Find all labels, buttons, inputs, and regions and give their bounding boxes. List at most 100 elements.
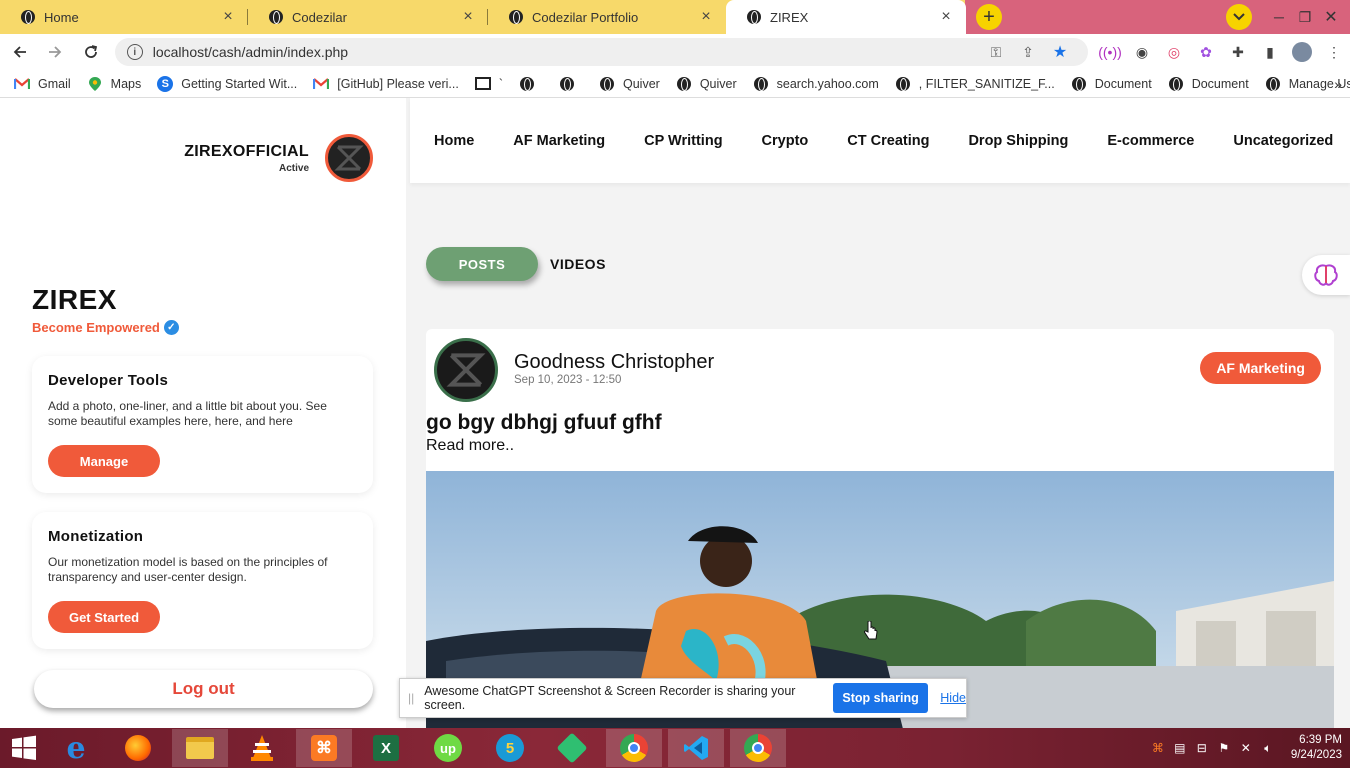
taskbar-app-5[interactable]: 5: [482, 729, 538, 767]
globe-icon: [20, 9, 36, 25]
xampp-tray-icon[interactable]: ⌘: [1147, 741, 1169, 755]
bookmark-github[interactable]: [GitHub] Please veri...: [313, 76, 459, 92]
avatar[interactable]: [325, 134, 373, 182]
tray-app-icon[interactable]: ▤: [1169, 741, 1191, 755]
taskbar-chrome[interactable]: [606, 729, 662, 767]
taskbar-file-explorer[interactable]: [172, 729, 228, 767]
start-button[interactable]: [0, 728, 48, 768]
bookmarks-bar: Gmail Maps S Getting Started Wit... [Git…: [0, 70, 1350, 98]
nav-item-home[interactable]: Home: [434, 133, 474, 149]
extension-icon[interactable]: ◉: [1126, 40, 1158, 64]
browser-tab-zirex[interactable]: ZIREX ×: [726, 0, 966, 34]
reload-button[interactable]: [75, 36, 107, 68]
bookmark-flag[interactable]: `: [474, 76, 503, 92]
taskbar-app-green[interactable]: [544, 729, 600, 767]
tab-title: Codezilar: [292, 9, 347, 25]
tab-search-button[interactable]: [1226, 4, 1252, 30]
nav-item-cp-writting[interactable]: CP Writting: [644, 133, 722, 149]
bookmark-globe-1[interactable]: [519, 76, 543, 92]
back-button[interactable]: [4, 36, 36, 68]
taskbar-upwork[interactable]: up: [420, 729, 476, 767]
get-started-button[interactable]: Get Started: [48, 601, 160, 633]
taskbar-vlc[interactable]: [234, 729, 290, 767]
hide-link[interactable]: Hide: [940, 691, 966, 705]
close-window-button[interactable]: ✕: [1318, 7, 1344, 27]
volume-icon[interactable]: 🔈︎: [1257, 741, 1279, 756]
globe-icon: [1265, 76, 1281, 92]
stop-sharing-button[interactable]: Stop sharing: [832, 683, 929, 713]
network-icon[interactable]: ⊟: [1191, 741, 1213, 755]
nav-item-af-marketing[interactable]: AF Marketing: [513, 133, 605, 149]
clock-time: 6:39 PM: [1299, 734, 1342, 746]
manage-button[interactable]: Manage: [48, 445, 160, 477]
nav-item-crypto[interactable]: Crypto: [762, 133, 809, 149]
close-tab-icon[interactable]: ×: [220, 9, 236, 25]
chevron-double-right-icon[interactable]: »: [1334, 76, 1342, 92]
maximize-button[interactable]: ❐: [1292, 9, 1318, 26]
upwork-icon: up: [434, 734, 462, 762]
nav-item-uncategorized[interactable]: Uncategorized: [1233, 133, 1333, 149]
browser-tab-codezilar-portfolio[interactable]: Codezilar Portfolio ×: [488, 0, 726, 34]
bookmark-yahoo[interactable]: search.yahoo.com: [753, 76, 879, 92]
minimize-button[interactable]: ─: [1266, 9, 1292, 25]
screen-share-notice: || Awesome ChatGPT Screenshot & Screen R…: [399, 678, 967, 718]
profile-header: ZIREXOFFICIAL Active: [184, 134, 373, 182]
close-tab-icon[interactable]: ×: [938, 9, 954, 25]
taskbar-clock[interactable]: 6:39 PM 9/24/2023: [1291, 733, 1342, 763]
nav-item-e-commerce[interactable]: E-commerce: [1107, 133, 1194, 149]
url-bar[interactable]: i localhost/cash/admin/index.php ⚿ ⇪ ★: [114, 38, 1088, 66]
side-panel-icon[interactable]: ▮: [1254, 40, 1286, 64]
nav-item-drop-shipping[interactable]: Drop Shipping: [968, 133, 1068, 149]
broadcast-icon[interactable]: ((•)): [1094, 40, 1126, 64]
arrow-left-icon: [13, 46, 26, 58]
bookmark-document-1[interactable]: Document: [1071, 76, 1152, 92]
read-more-link[interactable]: Read more..: [426, 437, 514, 455]
tab-posts[interactable]: POSTS: [426, 247, 538, 281]
forward-button[interactable]: [40, 36, 72, 68]
taskbar-firefox[interactable]: [110, 729, 166, 767]
drag-handle-icon[interactable]: ||: [408, 691, 414, 705]
record-icon[interactable]: ◎: [1158, 40, 1190, 64]
taskbar-ie[interactable]: e: [48, 729, 104, 767]
taskbar-excel[interactable]: X: [358, 729, 414, 767]
post-author[interactable]: Goodness Christopher: [514, 351, 714, 374]
nav-item-ct-creating[interactable]: CT Creating: [847, 133, 929, 149]
taskbar-vscode[interactable]: [668, 729, 724, 767]
clock-date: 9/24/2023: [1290, 749, 1342, 761]
bookmark-document-2[interactable]: Document: [1168, 76, 1249, 92]
brain-icon[interactable]: ✿: [1190, 40, 1222, 64]
share-icon[interactable]: ⇪: [1012, 42, 1044, 62]
taskbar-chrome-profile[interactable]: [730, 729, 786, 767]
extension-sidebar-toggle[interactable]: [1302, 255, 1350, 295]
flag-tray-icon[interactable]: ⚑: [1213, 741, 1235, 755]
bookmark-filter-sanitize[interactable]: , FILTER_SANITIZE_F...: [895, 76, 1055, 92]
logout-button[interactable]: Log out: [34, 670, 373, 708]
wifi-off-icon[interactable]: ✕: [1235, 741, 1257, 755]
bookmark-globe-2[interactable]: [559, 76, 583, 92]
post-title[interactable]: go bgy dbhgj gfuuf gfhf: [426, 411, 662, 435]
post-author-avatar[interactable]: [434, 338, 498, 402]
globe-icon: [676, 76, 692, 92]
chrome-icon: [620, 734, 648, 762]
tab-videos[interactable]: VIDEOS: [550, 256, 606, 272]
new-tab-button[interactable]: +: [976, 4, 1002, 30]
puzzle-icon[interactable]: ✚: [1222, 40, 1254, 64]
browser-tab-codezilar[interactable]: Codezilar ×: [248, 0, 488, 34]
post-category-badge[interactable]: AF Marketing: [1200, 352, 1321, 384]
bookmark-quiver-2[interactable]: Quiver: [676, 76, 737, 92]
bookmark-gmail[interactable]: Gmail: [14, 76, 71, 92]
kebab-menu-icon[interactable]: ⋮: [1318, 40, 1350, 64]
close-tab-icon[interactable]: ×: [460, 9, 476, 25]
site-info-icon[interactable]: i: [126, 44, 143, 60]
bookmark-quiver-1[interactable]: Quiver: [599, 76, 660, 92]
close-tab-icon[interactable]: ×: [698, 9, 714, 25]
bookmark-star-icon[interactable]: ★: [1044, 42, 1076, 62]
internet-explorer-icon: e: [66, 730, 86, 766]
profile-avatar-icon[interactable]: [1286, 40, 1318, 64]
post-card: Goodness Christopher Sep 10, 2023 - 12:5…: [426, 329, 1334, 728]
browser-tab-home[interactable]: Home ×: [0, 0, 248, 34]
bookmark-getting-started[interactable]: S Getting Started Wit...: [157, 75, 297, 92]
taskbar-xampp[interactable]: ⌘: [296, 729, 352, 767]
key-icon[interactable]: ⚿: [980, 42, 1012, 62]
bookmark-maps[interactable]: Maps: [87, 76, 141, 92]
